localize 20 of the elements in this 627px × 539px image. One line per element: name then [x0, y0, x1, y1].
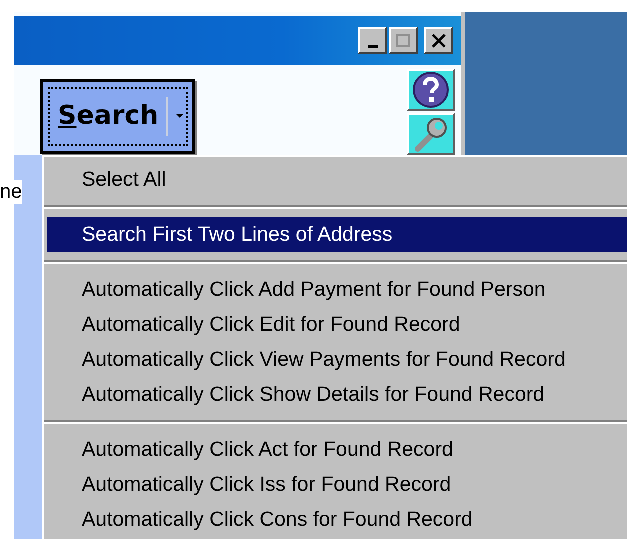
- help-button[interactable]: [407, 69, 455, 111]
- menu-item[interactable]: Automatically Click Iss for Found Record: [44, 467, 627, 502]
- maximize-icon: [396, 34, 412, 48]
- menu-item[interactable]: Automatically Click Act for Found Record: [44, 432, 627, 467]
- close-icon: [430, 34, 446, 48]
- menu-item[interactable]: Automatically Click Show Details for Found Record: [44, 377, 627, 412]
- close-button[interactable]: [424, 27, 453, 54]
- menu-item[interactable]: Automatically Click Add Payment for Found Person: [44, 272, 627, 307]
- search-split-button[interactable]: Search: [40, 79, 195, 154]
- menu-item[interactable]: Select All: [44, 162, 627, 197]
- maximize-button[interactable]: [389, 27, 418, 54]
- menu-item[interactable]: Automatically Click Edit for Found Record: [44, 307, 627, 342]
- minimize-button[interactable]: [358, 27, 387, 54]
- menu-item[interactable]: Automatically Click Cons for Found Record: [44, 502, 627, 537]
- menu-item[interactable]: Automatically Click View Payments for Found Record: [44, 342, 627, 377]
- minimize-icon: [368, 45, 378, 48]
- label-text: ne: [0, 180, 22, 204]
- caret-icon: [176, 114, 186, 120]
- help-icon: [412, 71, 450, 109]
- menu-item[interactable]: Search First Two Lines of Address: [47, 217, 627, 252]
